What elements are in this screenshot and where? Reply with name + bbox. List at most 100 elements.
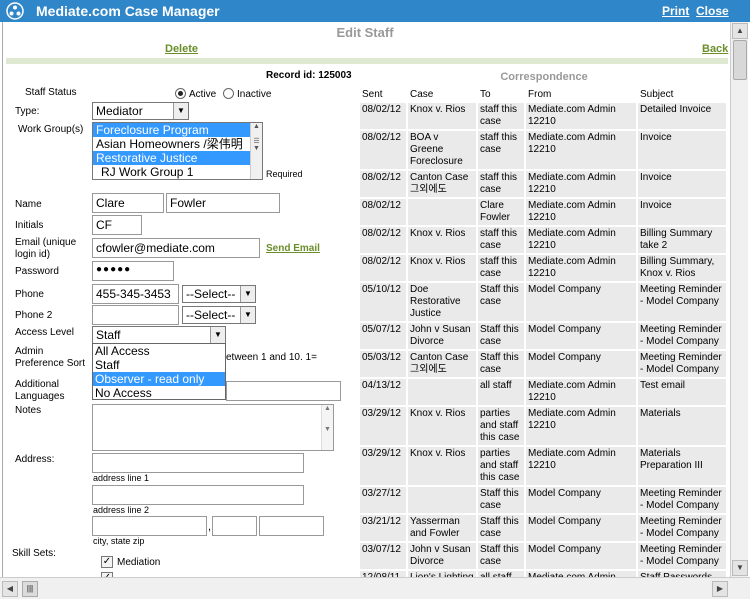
scroll-down-icon[interactable]: ▼ [732, 560, 748, 576]
column-header-from: From [528, 88, 552, 100]
work-group-option[interactable]: Asian Homeowners /梁伟明 [93, 137, 262, 151]
cell-sent: 03/27/12 [360, 487, 406, 513]
table-row[interactable]: 03/21/12 Yasserman and Fowler Staff this c… [360, 515, 726, 541]
table-row[interactable]: 04/13/12 all staff Mediate.com Admin 12210… [360, 379, 726, 405]
type-select-value: Mediator [96, 104, 143, 118]
additional-languages-field[interactable] [226, 381, 341, 401]
phone2-field[interactable] [92, 305, 179, 325]
admin-pref-label: Admin Preference Sort [15, 346, 86, 369]
column-header-case: Case [410, 88, 434, 100]
cell-sent: 08/02/12 [360, 171, 406, 197]
notes-scrollbar[interactable]: ▲ ▼ [321, 405, 333, 450]
table-row[interactable]: 08/02/12 Knox v. Rios staff this case Media… [360, 255, 726, 281]
cell-case: Yasserman and Fowler [408, 515, 476, 541]
print-link[interactable]: Print [662, 4, 689, 18]
chevron-down-icon: ▼ [210, 327, 225, 343]
access-level-select[interactable]: Staff ▼ [92, 326, 226, 344]
cell-to: parties and staff this case [478, 447, 524, 485]
cell-case: John v Susan Divorce [408, 323, 476, 349]
cell-to: Staff this case [478, 351, 524, 377]
address-line2-label: address line 2 [93, 505, 150, 515]
initials-label: Initials [15, 220, 44, 231]
cell-sent: 08/02/12 [360, 227, 406, 253]
scroll-up-icon[interactable]: ▲ [732, 23, 748, 39]
work-groups-listbox[interactable]: Foreclosure Program Asian Homeowners /梁伟… [92, 122, 263, 180]
window-title: Mediate.com Case Manager [36, 3, 220, 19]
state-field[interactable] [212, 516, 257, 536]
access-option-all[interactable]: All Access [93, 344, 225, 358]
address-line1-field[interactable] [92, 453, 304, 473]
type-select[interactable]: Mediator ▼ [92, 102, 189, 120]
scroll-thumb[interactable] [733, 40, 747, 80]
cell-from: Mediate.com Admin 12210 [526, 103, 636, 129]
cell-sent: 05/10/12 [360, 283, 406, 321]
email-field[interactable]: cfowler@mediate.com [92, 238, 260, 258]
last-name-field[interactable]: Fowler [166, 193, 280, 213]
mediation-checkbox[interactable]: ✓ [101, 556, 113, 568]
admin-pref-hint: etween 1 and 10. 1= [226, 352, 317, 363]
header-divider [6, 58, 728, 64]
city-field[interactable] [92, 516, 207, 536]
cell-from: Mediate.com Admin 12210 [526, 199, 636, 225]
access-option-observer[interactable]: Observer - read only [93, 372, 225, 386]
horizontal-scrollbar[interactable]: ◀ ||| ▶ [0, 577, 750, 599]
table-row[interactable]: 08/02/12 Canton Case 그외에도 staff this case M… [360, 171, 726, 197]
table-row[interactable]: 03/29/12 Knox v. Rios parties and staff th… [360, 447, 726, 485]
phone-field[interactable]: 455-345-3453 [92, 284, 179, 304]
table-row[interactable]: 08/02/12 BOA v Greene Foreclosure staff th… [360, 131, 726, 169]
cell-subject: Meeting Reminder - Model Company [638, 323, 726, 349]
access-option-staff[interactable]: Staff [93, 358, 225, 372]
cell-from: Mediate.com Admin 12210 [526, 171, 636, 197]
page-title: Edit Staff [336, 25, 394, 40]
cell-case: Canton Case 그외에도 [408, 171, 476, 197]
additional-languages-label: Additional Languages [15, 379, 65, 402]
initials-field[interactable]: CF [92, 215, 142, 235]
access-level-dropdown[interactable]: All Access Staff Observer - read only No… [92, 343, 226, 400]
table-row[interactable]: 05/10/12 Doe Restorative Justice Staff thi… [360, 283, 726, 321]
table-row[interactable]: 03/27/12 Staff this case Model Company Meet… [360, 487, 726, 513]
delete-link[interactable]: Delete [165, 43, 198, 55]
table-row[interactable]: 08/02/12 Knox v. Rios staff this case Media… [360, 227, 726, 253]
scroll-left-icon[interactable]: ◀ [2, 581, 18, 597]
cell-case [408, 379, 476, 405]
send-email-link[interactable]: Send Email [266, 243, 320, 254]
required-text: Required [266, 169, 303, 179]
column-header-sent: Sent [362, 88, 383, 100]
address-line2-field[interactable] [92, 485, 304, 505]
listbox-scrollbar[interactable]: ▲ ☰ ▼ [250, 123, 262, 179]
notes-textarea[interactable]: ▲ ▼ [92, 404, 334, 451]
scroll-thumb-horizontal[interactable]: ||| [22, 581, 38, 597]
access-option-none[interactable]: No Access [93, 386, 225, 400]
cell-subject: Meeting Reminder - Model Company [638, 487, 726, 513]
scroll-right-icon[interactable]: ▶ [712, 581, 728, 597]
table-row[interactable]: 03/29/12 Knox v. Rios parties and staff th… [360, 407, 726, 445]
status-inactive-radio[interactable] [223, 87, 234, 99]
back-link[interactable]: Back [702, 43, 728, 55]
status-active-radio[interactable] [175, 87, 186, 99]
close-link[interactable]: Close [696, 4, 729, 18]
vertical-scrollbar[interactable]: ▲ ▼ [730, 22, 748, 577]
zip-field[interactable] [259, 516, 324, 536]
cell-case: Canton Case 그외에도 [408, 351, 476, 377]
first-name-field[interactable]: Clare [92, 193, 164, 213]
table-row[interactable]: 05/07/12 John v Susan Divorce Staff this c… [360, 323, 726, 349]
cell-sent: 05/07/12 [360, 323, 406, 349]
cell-sent: 08/02/12 [360, 131, 406, 169]
phone2-type-select[interactable]: --Select-- ▼ [182, 306, 256, 324]
cell-subject: Detailed Invoice [638, 103, 726, 129]
cell-sent: 03/07/12 [360, 543, 406, 569]
work-group-option[interactable]: RJ Work Group 1 [93, 165, 262, 179]
table-row[interactable]: 08/02/12 Clare Fowler Mediate.com Admin 12… [360, 199, 726, 225]
table-row[interactable]: 08/02/12 Knox v. Rios staff this case Media… [360, 103, 726, 129]
cell-subject: Materials Preparation III [638, 447, 726, 485]
work-group-option[interactable]: Foreclosure Program [93, 123, 262, 137]
table-row[interactable]: 03/07/12 John v Susan Divorce Staff this c… [360, 543, 726, 569]
phone-type-select[interactable]: --Select-- ▼ [182, 285, 256, 303]
work-group-option[interactable]: Restorative Justice [93, 151, 262, 165]
column-header-subject: Subject [640, 88, 674, 100]
password-field[interactable]: ●●●●● [92, 261, 174, 281]
cell-subject: Invoice [638, 171, 726, 197]
cell-to: Staff this case [478, 283, 524, 321]
table-row[interactable]: 05/03/12 Canton Case 그외에도 Staff this case M… [360, 351, 726, 377]
cell-case [408, 487, 476, 513]
